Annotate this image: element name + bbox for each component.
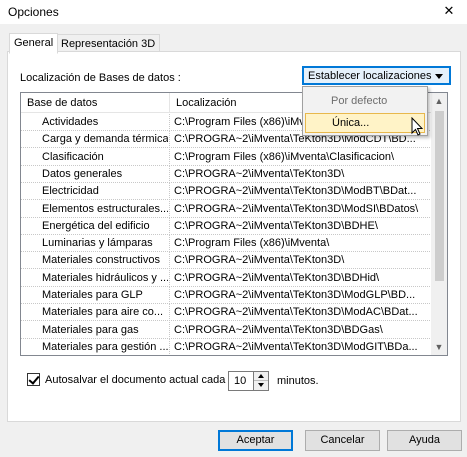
row-divider bbox=[169, 287, 170, 304]
row-database-name: Materiales para gas bbox=[42, 323, 139, 336]
row-location: C:\Program Files (x86)\iMventa\ bbox=[174, 237, 330, 250]
row-divider bbox=[169, 114, 170, 131]
row-divider bbox=[169, 304, 170, 322]
autosave-unit-label: minutos. bbox=[277, 375, 319, 387]
table-row[interactable]: Materiales para gestión ... C:\PROGRA~2\i… bbox=[21, 338, 432, 355]
row-database-name: Electricidad bbox=[42, 185, 99, 198]
row-divider bbox=[169, 200, 170, 218]
autosave-minutes-stepper[interactable] bbox=[253, 371, 269, 391]
row-database-name: Materiales para gestión ... bbox=[42, 340, 168, 353]
row-database-name: Actividades bbox=[42, 116, 99, 128]
row-database-name: Energética del edificio bbox=[42, 219, 150, 232]
row-location: C:\PROGRA~2\iMventa\TeKton3D\BDGas\ bbox=[174, 323, 383, 336]
row-divider bbox=[169, 183, 170, 201]
table-row[interactable]: Energética del edificio C:\PROGRA~2\iMven… bbox=[21, 217, 432, 235]
row-divider bbox=[169, 321, 170, 339]
row-location: C:\PROGRA~2\iMventa\TeKton3D\ bbox=[174, 167, 345, 180]
table-row[interactable]: Materiales para gas C:\PROGRA~2\iMventa\T… bbox=[21, 321, 432, 339]
stepper-down-icon[interactable] bbox=[254, 381, 268, 390]
mouse-cursor-icon bbox=[411, 117, 424, 136]
row-database-name: Materiales constructivos bbox=[42, 254, 160, 267]
row-location: C:\PROGRA~2\iMventa\TeKton3D\ModSI\BDato… bbox=[174, 202, 419, 215]
autosave-minutes-input[interactable]: 10 bbox=[228, 371, 254, 391]
menu-item-unica[interactable]: Única... bbox=[305, 113, 425, 133]
menu-item-por-defecto: Por defecto bbox=[331, 95, 388, 107]
table-row[interactable]: Electricidad C:\PROGRA~2\iMventa\TeKton3D… bbox=[21, 183, 432, 201]
row-divider bbox=[169, 269, 170, 287]
table-row[interactable]: Materiales para GLP C:\PROGRA~2\iMventa\T… bbox=[21, 287, 432, 304]
table-row[interactable]: Luminarias y lámparas C:\Program Files (x… bbox=[21, 235, 432, 253]
row-location: C:\PROGRA~2\iMventa\TeKton3D\ModGIT\BDa.… bbox=[174, 340, 418, 353]
table-row[interactable]: Materiales hidráulicos y ... C:\PROGRA~2\… bbox=[21, 269, 432, 287]
row-location: C:\Program Files (x86)\iMventa\Clasifica… bbox=[174, 150, 395, 163]
row-divider bbox=[169, 217, 170, 235]
row-database-name: Luminarias y lámparas bbox=[42, 237, 153, 250]
scroll-down-icon[interactable]: ▼ bbox=[431, 339, 447, 355]
accept-button[interactable]: Aceptar bbox=[218, 430, 293, 451]
close-icon[interactable]: ✕ bbox=[431, 0, 467, 24]
window-title: Opciones bbox=[8, 5, 59, 19]
dropdown-arrow-icon bbox=[435, 74, 443, 79]
vertical-scrollbar[interactable]: ▲ ▼ bbox=[431, 93, 447, 355]
row-database-name: Materiales para GLP bbox=[42, 289, 143, 301]
title-bar: Opciones ✕ bbox=[0, 0, 467, 24]
row-divider bbox=[169, 148, 170, 166]
autosave-checkbox[interactable] bbox=[27, 373, 40, 386]
row-location: C:\PROGRA~2\iMventa\TeKton3D\ModBT\BDat.… bbox=[174, 185, 417, 198]
tab-representacion-3d-label: Representación 3D bbox=[61, 38, 156, 50]
row-database-name: Clasificación bbox=[42, 150, 104, 163]
row-database-name: Datos generales bbox=[42, 167, 123, 180]
tab-general-label: General bbox=[14, 37, 54, 49]
row-database-name: Carga y demanda térmica bbox=[42, 133, 168, 146]
row-divider bbox=[169, 338, 170, 355]
row-divider bbox=[169, 131, 170, 149]
row-divider bbox=[169, 235, 170, 253]
scroll-up-icon[interactable]: ▲ bbox=[431, 93, 447, 109]
tab-general[interactable]: General bbox=[9, 33, 59, 54]
table-row[interactable]: Clasificación C:\Program Files (x86)\iMve… bbox=[21, 148, 432, 166]
row-database-name: Elementos estructurales... bbox=[42, 202, 168, 215]
establecer-localizaciones-button[interactable]: Establecer localizaciones bbox=[302, 66, 451, 85]
row-location: C:\PROGRA~2\iMventa\TeKton3D\BDHE\ bbox=[174, 219, 378, 232]
row-database-name: Materiales para aire co... bbox=[42, 306, 164, 319]
row-divider bbox=[169, 165, 170, 183]
row-location: C:\PROGRA~2\iMventa\TeKton3D\ModGLP\BD..… bbox=[174, 289, 416, 301]
column-header-base-de-datos[interactable]: Base de datos bbox=[21, 93, 169, 113]
row-database-name: Materiales hidráulicos y ... bbox=[42, 271, 168, 284]
row-divider bbox=[169, 252, 170, 270]
table-row[interactable]: Materiales constructivos C:\PROGRA~2\iMve… bbox=[21, 252, 432, 270]
stepper-up-icon[interactable] bbox=[254, 372, 268, 381]
row-location: C:\PROGRA~2\iMventa\TeKton3D\ModAC\BDat.… bbox=[174, 306, 418, 319]
autosave-label: Autosalvar el documento actual cada bbox=[45, 374, 226, 386]
establecer-localizaciones-label: Establecer localizaciones bbox=[308, 70, 432, 82]
table-row[interactable]: Datos generales C:\PROGRA~2\iMventa\TeKto… bbox=[21, 165, 432, 183]
table-row[interactable]: Elementos estructurales... C:\PROGRA~2\iM… bbox=[21, 200, 432, 218]
localization-label: Localización de Bases de datos : bbox=[20, 72, 181, 84]
scrollbar-thumb[interactable] bbox=[435, 111, 444, 281]
establecer-dropdown-menu: Por defecto Única... bbox=[302, 86, 428, 136]
row-location: C:\PROGRA~2\iMventa\TeKton3D\BDHid\ bbox=[174, 271, 380, 284]
help-button[interactable]: Ayuda bbox=[387, 430, 462, 451]
table-row[interactable]: Materiales para aire co... C:\PROGRA~2\iM… bbox=[21, 304, 432, 322]
cancel-button[interactable]: Cancelar bbox=[305, 430, 380, 451]
row-location: C:\PROGRA~2\iMventa\TeKton3D\ bbox=[174, 254, 345, 267]
